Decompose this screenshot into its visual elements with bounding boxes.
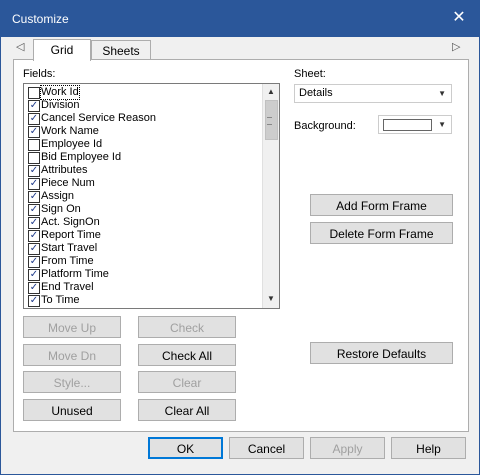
fields-list-scrollbar[interactable]: ▲ ▼ — [262, 84, 279, 308]
field-label: Sign On — [41, 203, 81, 215]
background-label: Background: — [294, 120, 356, 132]
scroll-down-icon[interactable]: ▼ — [263, 292, 279, 306]
field-checkbox[interactable]: ✓ — [28, 165, 40, 177]
field-label: Act. SignOn — [41, 216, 100, 228]
restore-defaults-button[interactable]: Restore Defaults — [310, 342, 453, 364]
chevron-down-icon: ▼ — [438, 89, 446, 98]
check-button[interactable]: Check — [138, 316, 236, 338]
sheet-value: Details — [299, 87, 333, 99]
field-checkbox[interactable]: ✓ — [28, 230, 40, 242]
title-bar: Customize ✕ — [1, 1, 479, 37]
tab-scroll-right-icon[interactable]: ▷ — [452, 40, 460, 53]
color-swatch — [383, 119, 432, 131]
unused-button[interactable]: Unused — [23, 399, 121, 421]
field-checkbox[interactable]: ✓ — [28, 191, 40, 203]
field-checkbox[interactable] — [28, 152, 40, 164]
customize-dialog: Customize ✕ ◁ ▷ Grid Sheets Fields: Work… — [0, 0, 480, 475]
scroll-up-icon[interactable]: ▲ — [263, 85, 279, 99]
field-label: Report Time — [41, 229, 101, 241]
field-checkbox[interactable]: ✓ — [28, 178, 40, 190]
sheet-dropdown[interactable]: Details ▼ — [294, 84, 452, 103]
clear-all-button[interactable]: Clear All — [138, 399, 236, 421]
field-label: From Time — [41, 255, 94, 267]
clear-button[interactable]: Clear — [138, 371, 236, 393]
style-button[interactable]: Style... — [23, 371, 121, 393]
move-up-button[interactable]: Move Up — [23, 316, 121, 338]
field-checkbox[interactable]: ✓ — [28, 269, 40, 281]
field-checkbox[interactable]: ✓ — [28, 295, 40, 307]
add-form-frame-button[interactable]: Add Form Frame — [310, 194, 453, 216]
field-checkbox[interactable]: ✓ — [28, 217, 40, 229]
field-label: End Travel — [41, 281, 94, 293]
field-checkbox[interactable]: ✓ — [28, 100, 40, 112]
tab-grid[interactable]: Grid — [33, 39, 91, 61]
delete-form-frame-button[interactable]: Delete Form Frame — [310, 222, 453, 244]
field-label: Start Travel — [41, 242, 98, 254]
apply-button[interactable]: Apply — [310, 437, 385, 459]
field-label: Platform Time — [41, 268, 109, 280]
field-checkbox[interactable]: ✓ — [28, 204, 40, 216]
field-label: Cancel Service Reason — [41, 112, 156, 124]
check-all-button[interactable]: Check All — [138, 344, 236, 366]
field-label: Attributes — [41, 164, 88, 176]
field-label: Division — [41, 99, 80, 111]
field-checkbox[interactable]: ✓ — [28, 113, 40, 125]
field-label: To Time — [41, 294, 80, 306]
field-checkbox[interactable]: ✓ — [28, 256, 40, 268]
window-title: Customize — [12, 12, 69, 26]
close-icon[interactable]: ✕ — [449, 8, 469, 28]
ok-button[interactable]: OK — [148, 437, 223, 459]
fields-list[interactable]: Work Id ✓ Division ✓ Cancel Service Reason ✓ W… — [23, 83, 280, 309]
help-button[interactable]: Help — [391, 437, 466, 459]
field-checkbox[interactable] — [28, 87, 40, 99]
scroll-grip-icon — [267, 117, 272, 125]
chevron-down-icon: ▼ — [438, 120, 446, 129]
field-checkbox[interactable]: ✓ — [28, 282, 40, 294]
tab-sheets[interactable]: Sheets — [91, 40, 151, 61]
tab-scroll-left-icon[interactable]: ◁ — [16, 40, 24, 53]
field-label: Work Name — [41, 125, 99, 137]
field-label: Bid Employee Id — [41, 151, 122, 163]
field-label: Piece Num — [41, 177, 95, 189]
field-checkbox[interactable]: ✓ — [28, 243, 40, 255]
field-checkbox[interactable] — [28, 139, 40, 151]
field-checkbox[interactable]: ✓ — [28, 126, 40, 138]
field-label: Work Id — [40, 85, 80, 100]
field-label: Employee Id — [41, 138, 103, 150]
cancel-button[interactable]: Cancel — [229, 437, 304, 459]
move-down-button[interactable]: Move Dn — [23, 344, 121, 366]
field-label: Assign — [41, 190, 75, 202]
background-color-picker[interactable]: ▼ — [378, 115, 452, 134]
sheet-label: Sheet: — [294, 68, 326, 80]
fields-label: Fields: — [23, 68, 56, 80]
